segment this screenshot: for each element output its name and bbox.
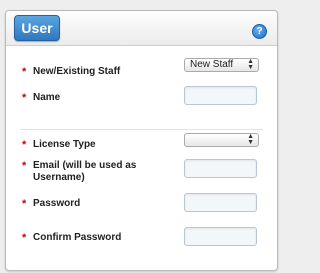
section-divider: [20, 129, 263, 130]
up-down-arrows-icon: ▲ ▼: [247, 58, 254, 71]
password-input[interactable]: [184, 193, 257, 212]
help-icon[interactable]: ?: [252, 24, 267, 39]
name-input[interactable]: [184, 86, 257, 105]
name-label: Name: [33, 92, 61, 103]
up-down-arrows-icon: ▲ ▼: [247, 133, 254, 146]
staff-type-select[interactable]: New Staff ▲ ▼: [184, 58, 259, 72]
confirm-password-input[interactable]: [184, 227, 257, 246]
staff-type-label: New/Existing Staff: [33, 66, 121, 77]
email-input[interactable]: [184, 159, 257, 178]
required-marker: *: [22, 198, 27, 210]
confirm-password-label: Confirm Password: [33, 232, 122, 243]
email-label: Email (will be used as Username): [33, 160, 137, 183]
staff-type-selected-value: New Staff: [190, 59, 234, 70]
user-tab[interactable]: User: [14, 15, 60, 41]
required-marker: *: [22, 232, 27, 244]
panel-header: User ?: [6, 11, 277, 46]
license-type-label: License Type: [33, 139, 96, 150]
required-marker: *: [22, 139, 27, 151]
required-marker: *: [22, 92, 27, 104]
required-marker: *: [22, 160, 27, 172]
license-type-select[interactable]: ▲ ▼: [184, 133, 259, 147]
user-panel: User ? * New/Existing Staff New Staff ▲ ▼…: [5, 10, 278, 271]
required-marker: *: [22, 66, 27, 78]
password-label: Password: [33, 198, 81, 209]
